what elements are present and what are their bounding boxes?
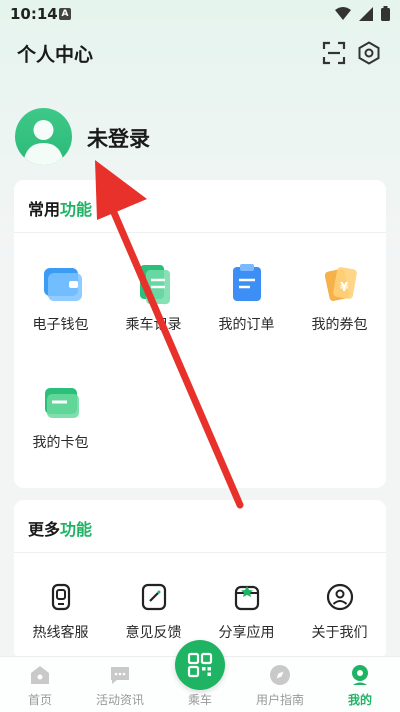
hotline-icon [51,583,70,611]
card-icon [44,388,79,418]
order-label: 我的订单 [218,317,275,333]
avatar-icon[interactable] [15,108,72,165]
nav-activities[interactable]: 活动资讯 [80,657,160,712]
login-status[interactable]: 未登录 [87,123,150,153]
more-functions-title: 更多功能 [28,516,92,540]
about-button[interactable]: 关于我们 [293,582,386,642]
feedback-label: 意见反馈 [125,625,182,641]
common-functions-title: 常用功能 [28,196,92,220]
notification-badge: A [59,8,71,20]
coupon-button[interactable]: ¥ 我的券包 [293,262,386,334]
divider [14,232,386,233]
nav-guide[interactable]: 用户指南 [240,657,320,712]
nav-home[interactable]: 首页 [0,657,80,712]
divider [14,552,386,553]
share-button[interactable]: 分享应用 [200,582,293,642]
wallet-icon [43,268,82,301]
wallet-label: 电子钱包 [32,317,89,333]
qr-code-icon [187,652,213,678]
nav-mine-label: 我的 [347,693,372,707]
common-functions-title-accent: 功能 [60,200,93,219]
svg-text:¥: ¥ [340,280,349,294]
hotline-button[interactable]: 热线客服 [14,582,107,642]
wallet-button[interactable]: 电子钱包 [14,262,107,334]
page-title: 个人中心 [17,44,94,66]
share-label: 分享应用 [218,625,275,641]
nav-mine[interactable]: 我的 [320,657,400,712]
common-functions-card: 常用功能 电子钱包 乘车记录 我的订单 ¥ 我的券包 我的卡包 [14,180,386,488]
coupon-icon: ¥ [324,267,357,302]
chat-icon [111,667,129,684]
status-icons [335,6,390,21]
battery-icon [381,6,390,21]
ride-record-button[interactable]: 乘车记录 [107,262,200,334]
about-icon [326,583,353,611]
scan-icon[interactable] [322,41,346,65]
nav-activities-label: 活动资讯 [95,693,144,707]
settings-icon[interactable] [357,41,381,65]
card-package-button[interactable]: 我的卡包 [14,380,107,452]
signal-icon [359,6,373,21]
card-package-label: 我的卡包 [32,435,89,451]
status-time: 10:14 [10,5,58,23]
ride-record-label: 乘车记录 [125,317,182,333]
nav-ride-label: 乘车 [187,693,212,707]
coupon-label: 我的券包 [311,317,368,333]
nav-home-label: 首页 [27,693,52,707]
wifi-icon [335,6,351,20]
more-functions-title-accent: 功能 [60,520,93,539]
ride-qr-button[interactable] [175,640,225,690]
common-functions-title-prefix: 常用 [28,200,61,219]
about-label: 关于我们 [311,625,368,641]
more-functions-card: 更多功能 热线客服 意见反馈 分享应用 关于我们 [14,500,386,660]
share-icon [234,585,259,611]
compass-icon [270,665,290,685]
more-functions-title-prefix: 更多 [28,520,61,539]
order-button[interactable]: 我的订单 [200,262,293,334]
feedback-button[interactable]: 意见反馈 [107,582,200,642]
feedback-icon [141,583,166,611]
home-icon [31,666,49,684]
profile-icon [352,665,368,685]
ride-record-icon [139,265,170,304]
order-icon [232,264,261,301]
status-bar: 10:14 A [0,0,400,28]
nav-guide-label: 用户指南 [255,693,304,707]
hotline-label: 热线客服 [32,625,89,641]
